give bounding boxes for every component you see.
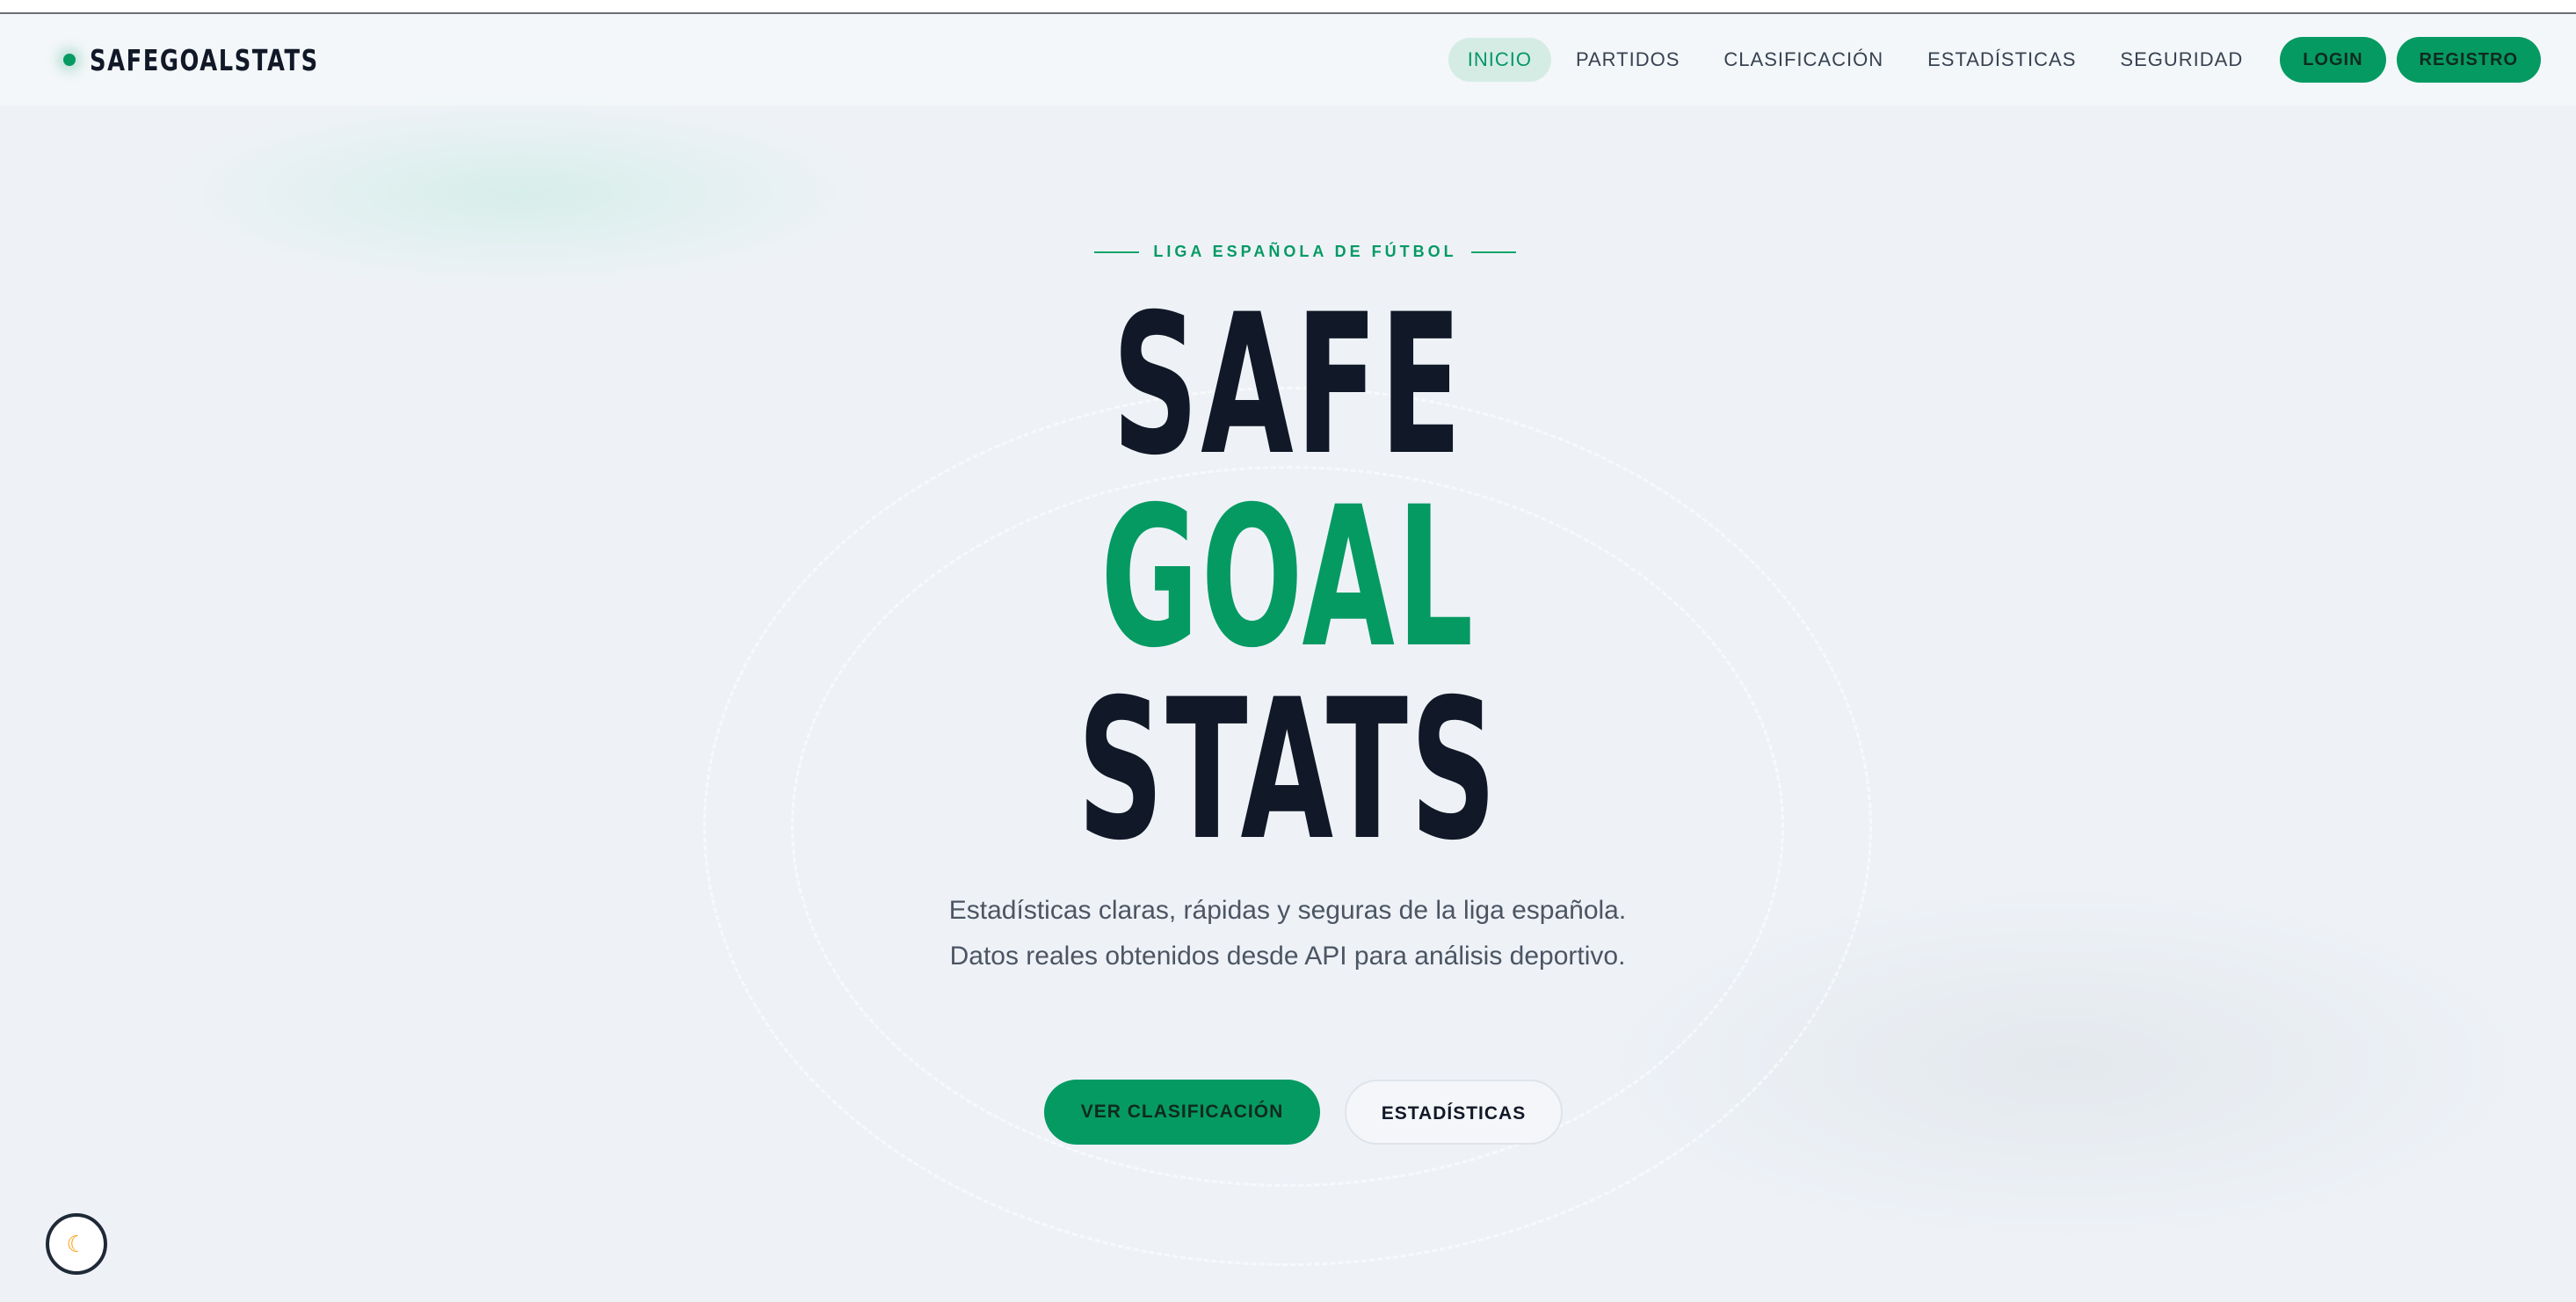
theme-toggle-button[interactable]: ☾	[46, 1213, 107, 1275]
eyebrow-text: LIGA ESPAÑOLA DE FÚTBOL	[1153, 243, 1457, 260]
register-button[interactable]: REGISTRO	[2396, 37, 2541, 83]
login-button[interactable]: LOGIN	[2280, 37, 2386, 83]
eyebrow-rule	[1094, 251, 1140, 253]
nav-link-clasificacion[interactable]: CLASIFICACIÓN	[1704, 38, 1903, 82]
nav-link-inicio[interactable]: INICIO	[1448, 38, 1551, 82]
nav-link-partidos[interactable]: PARTIDOS	[1556, 38, 1699, 82]
main-nav: INICIO PARTIDOS CLASIFICACIÓN ESTADÍSTIC…	[1448, 37, 2541, 83]
hero-title-goal: GOAL	[1100, 465, 1476, 690]
hero-eyebrow: LIGA ESPAÑOLA DE FÚTBOL	[1094, 243, 1516, 261]
top-navbar: SAFEGOALSTATS INICIO PARTIDOS CLASIFICAC…	[0, 14, 2576, 105]
ver-clasificacion-button[interactable]: VER CLASIFICACIÓN	[1044, 1080, 1320, 1145]
background-glow	[158, 97, 879, 290]
brand-logo[interactable]: SAFEGOALSTATS	[63, 14, 383, 105]
hero-title-safe: SAFE	[1112, 273, 1464, 498]
hero-description: Estadísticas claras, rápidas y seguras d…	[948, 896, 1627, 971]
eyebrow-rule	[1470, 251, 1516, 253]
window-top-border	[0, 0, 2576, 14]
estadisticas-button[interactable]: ESTADÍSTICAS	[1345, 1080, 1563, 1145]
nav-link-seguridad[interactable]: SEGURIDAD	[2101, 38, 2262, 82]
nav-link-estadisticas[interactable]: ESTADÍSTICAS	[1908, 38, 2095, 82]
moon-icon: ☾	[66, 1230, 87, 1257]
brand-name: SAFEGOALSTATS	[90, 42, 319, 77]
brand-dot-icon	[63, 54, 76, 66]
hero-title-stats: STATS	[1077, 658, 1499, 883]
